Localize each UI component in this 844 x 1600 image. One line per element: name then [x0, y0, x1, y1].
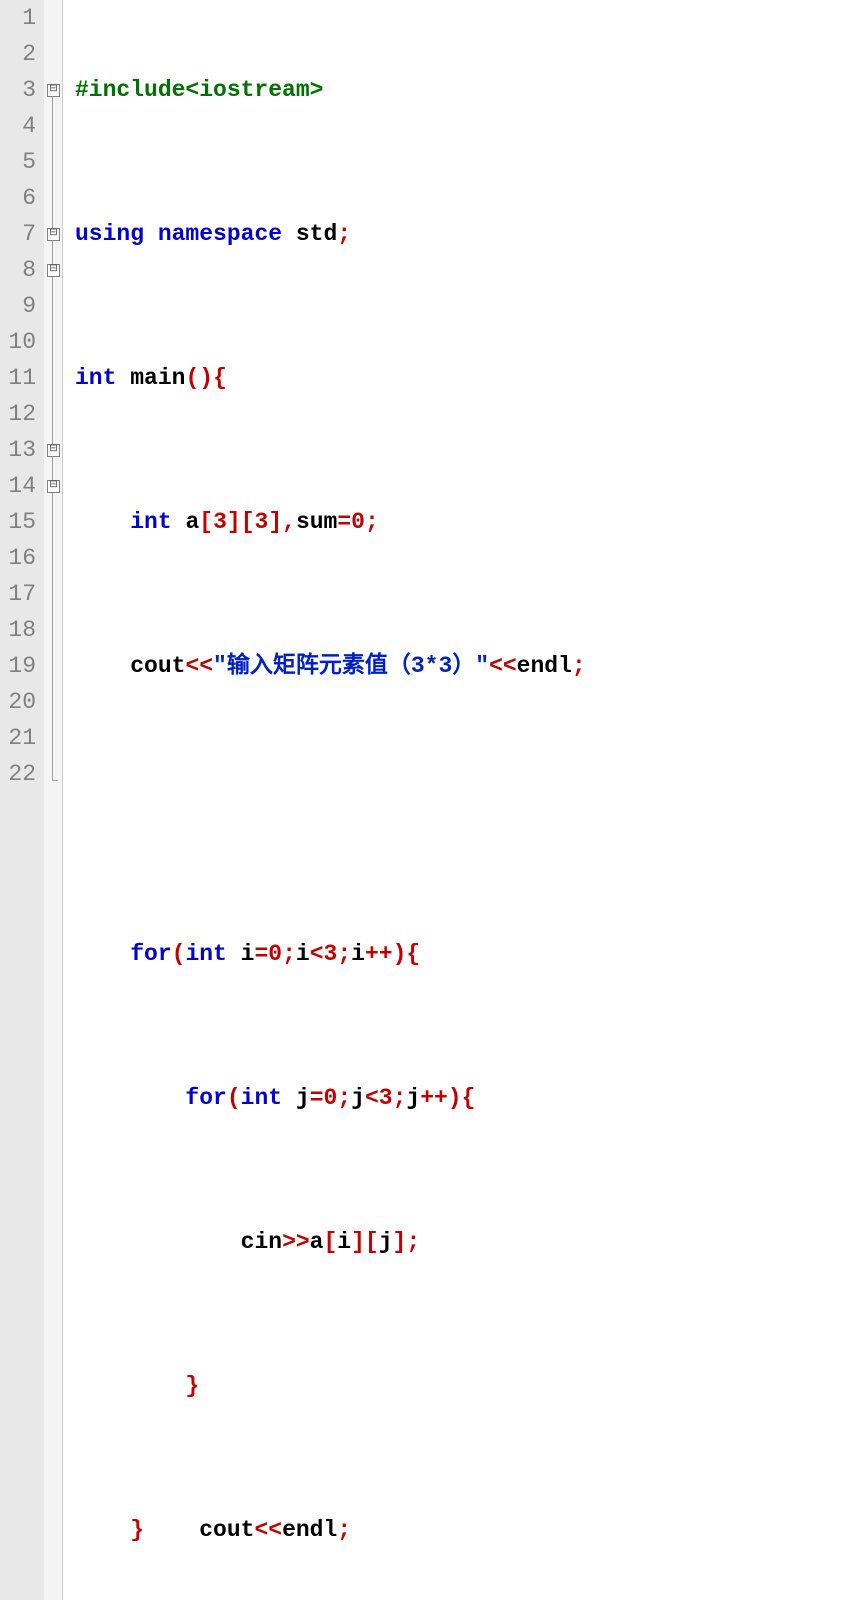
- line-number: 11: [4, 360, 36, 396]
- code-line: for(int i=0;i<3;i++){: [75, 936, 844, 972]
- fold-toggle[interactable]: ⊟: [47, 480, 60, 493]
- fold-toggle[interactable]: ⊟: [47, 444, 60, 457]
- code-line: }: [75, 1368, 844, 1404]
- preprocessor: #include<iostream>: [75, 77, 323, 103]
- code-line: #include<iostream>: [75, 72, 844, 108]
- line-number: 15: [4, 504, 36, 540]
- line-number: 16: [4, 540, 36, 576]
- line-number: 7: [4, 216, 36, 252]
- line-number: 4: [4, 108, 36, 144]
- line-number: 3: [4, 72, 36, 108]
- code-line: cout<<"输入矩阵元素值（3*3）"<<endl;: [75, 648, 844, 684]
- fold-end: [52, 780, 58, 781]
- code-line: } cout<<endl;: [75, 1512, 844, 1548]
- code-area[interactable]: #include<iostream> using namespace std; …: [63, 0, 844, 1600]
- code-line: using namespace std;: [75, 216, 844, 252]
- line-number: 2: [4, 36, 36, 72]
- line-number: 17: [4, 576, 36, 612]
- code-line: [75, 792, 844, 828]
- line-number: 21: [4, 720, 36, 756]
- line-number: 20: [4, 684, 36, 720]
- line-number: 6: [4, 180, 36, 216]
- fold-line: [52, 97, 53, 780]
- code-editor: 1 2 3 4 5 6 7 8 9 10 11 12 13 14 15 16 1…: [0, 0, 844, 1600]
- code-line: cin>>a[i][j];: [75, 1224, 844, 1260]
- line-number: 13: [4, 432, 36, 468]
- code-line: for(int j=0;j<3;j++){: [75, 1080, 844, 1116]
- line-number: 9: [4, 288, 36, 324]
- line-number: 22: [4, 756, 36, 792]
- line-number-gutter: 1 2 3 4 5 6 7 8 9 10 11 12 13 14 15 16 1…: [0, 0, 44, 1600]
- code-line: int main(){: [75, 360, 844, 396]
- line-number: 12: [4, 396, 36, 432]
- fold-toggle[interactable]: ⊟: [47, 84, 60, 97]
- fold-toggle[interactable]: ⊟: [47, 228, 60, 241]
- fold-toggle[interactable]: ⊟: [47, 264, 60, 277]
- line-number: 8: [4, 252, 36, 288]
- line-number: 18: [4, 612, 36, 648]
- code-line: int a[3][3],sum=0;: [75, 504, 844, 540]
- line-number: 10: [4, 324, 36, 360]
- line-number: 5: [4, 144, 36, 180]
- fold-gutter: ⊟ ⊟ ⊟ ⊟ ⊟: [44, 0, 63, 1600]
- line-number: 1: [4, 0, 36, 36]
- line-number: 19: [4, 648, 36, 684]
- line-number: 14: [4, 468, 36, 504]
